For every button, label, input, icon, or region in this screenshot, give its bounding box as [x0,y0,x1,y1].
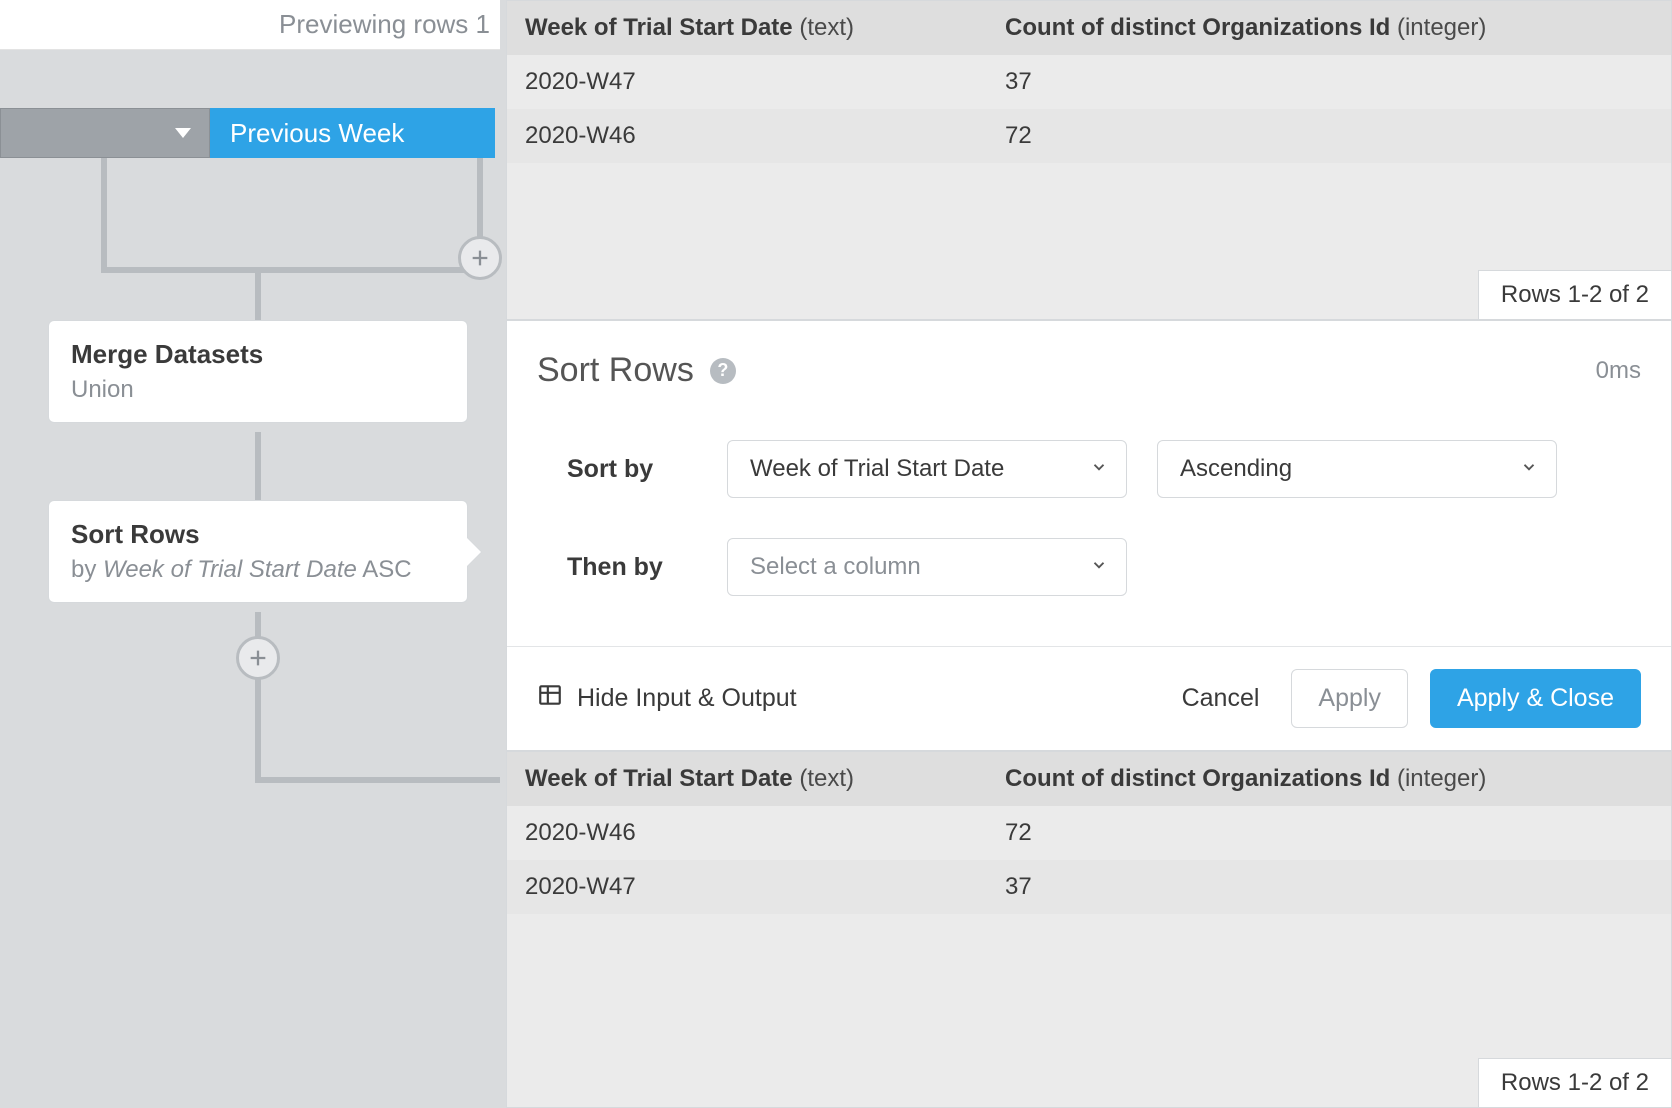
column-header[interactable]: Count of distinct Organizations Id (inte… [1005,14,1653,42]
column-header[interactable]: Week of Trial Start Date (text) [525,765,1005,793]
cell: 72 [1005,819,1653,847]
cell: 2020-W47 [525,68,1005,96]
output-data-table: Week of Trial Start Date (text) Count of… [506,751,1672,1108]
sort-by-label: Sort by [567,455,697,484]
execution-time: 0ms [1596,357,1641,385]
node-merge-datasets[interactable]: Merge Datasets Union [48,320,468,423]
add-step-button[interactable] [236,636,280,680]
sort-rows-config: Sort Rows ? 0ms Sort by Week of Trial St… [506,320,1672,751]
sort-order-select[interactable]: Ascending [1157,440,1557,498]
source-tab-grey[interactable] [0,108,210,158]
rows-count-badge: Rows 1-2 of 2 [1478,1058,1671,1107]
chevron-down-icon [1090,553,1108,581]
sort-column-select[interactable]: Week of Trial Start Date [727,440,1127,498]
node-subtitle: by Week of Trial Start Date ASC [71,556,445,584]
cancel-button[interactable]: Cancel [1172,672,1270,725]
input-data-table: Week of Trial Start Date (text) Count of… [506,0,1672,320]
table-row: 2020-W47 37 [507,55,1671,109]
config-actions: Cancel Apply Apply & Close [1172,669,1641,728]
cell: 2020-W46 [525,819,1005,847]
cell: 2020-W46 [525,122,1005,150]
table-header-row: Week of Trial Start Date (text) Count of… [507,752,1671,806]
then-by-row: Then by Select a column [567,538,1611,596]
source-tabs: Previous Week [0,108,495,158]
cell: 37 [1005,873,1653,901]
config-header: Sort Rows ? 0ms [507,321,1671,400]
config-body: Sort by Week of Trial Start Date Ascendi… [507,400,1671,646]
table-row: 2020-W46 72 [507,109,1671,163]
chevron-down-icon [175,128,191,138]
node-title: Merge Datasets [71,339,445,370]
node-title: Sort Rows [71,519,445,550]
table-header-row: Week of Trial Start Date (text) Count of… [507,1,1671,55]
config-footer: Hide Input & Output Cancel Apply Apply &… [507,646,1671,750]
source-tab-previous-week[interactable]: Previous Week [210,108,495,158]
source-tab-label: Previous Week [230,118,404,149]
node-subtitle: Union [71,376,445,404]
cell: 37 [1005,68,1653,96]
hide-input-output-toggle[interactable]: Hide Input & Output [537,682,797,715]
cell: 72 [1005,122,1653,150]
step-detail-panel: Week of Trial Start Date (text) Count of… [506,0,1672,1108]
node-sort-rows[interactable]: Sort Rows by Week of Trial Start Date AS… [48,500,468,603]
then-by-label: Then by [567,553,697,582]
then-by-column-select[interactable]: Select a column [727,538,1127,596]
table-row: 2020-W47 37 [507,860,1671,914]
cell: 2020-W47 [525,873,1005,901]
preview-banner-text: Previewing rows 1 [279,9,490,40]
sort-by-row: Sort by Week of Trial Start Date Ascendi… [567,440,1611,498]
table-icon [537,682,563,715]
rows-count-badge: Rows 1-2 of 2 [1478,270,1671,319]
table-row: 2020-W46 72 [507,806,1671,860]
preview-banner: Previewing rows 1 [0,0,500,50]
apply-button[interactable]: Apply [1291,669,1408,728]
column-header[interactable]: Week of Trial Start Date (text) [525,14,1005,42]
column-header[interactable]: Count of distinct Organizations Id (inte… [1005,765,1653,793]
add-step-button[interactable] [458,236,502,280]
apply-close-button[interactable]: Apply & Close [1430,669,1641,728]
help-icon[interactable]: ? [710,358,736,384]
config-title: Sort Rows ? [537,351,736,390]
pipeline-canvas: Previewing rows 1 Previous Week Merge Da… [0,0,500,1108]
chevron-down-icon [1090,455,1108,483]
chevron-down-icon [1520,455,1538,483]
